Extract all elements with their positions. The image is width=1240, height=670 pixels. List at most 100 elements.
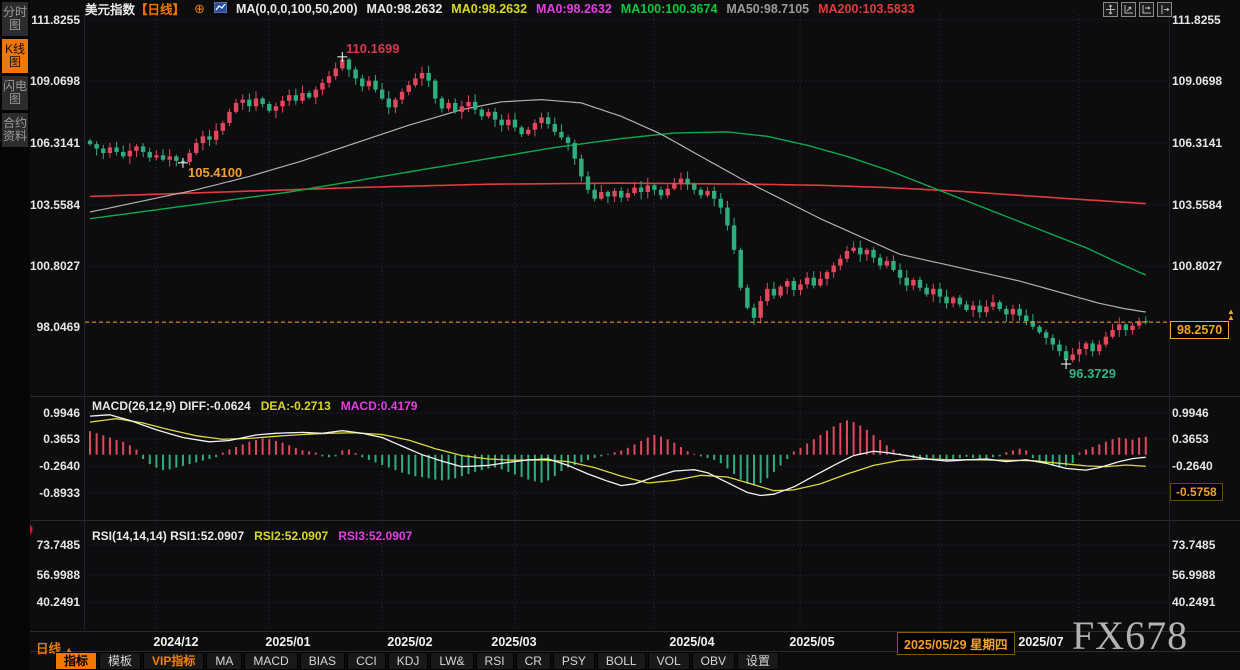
toolbar-item-vol[interactable]: VOL [648, 652, 690, 670]
candle-body [1097, 345, 1101, 352]
sidebar-tab-contract-info[interactable]: 合约资料 [2, 113, 28, 147]
toolbar-item-lw&[interactable]: LW& [430, 652, 473, 670]
candle-body [1084, 343, 1088, 349]
candle-body [1017, 309, 1021, 316]
rsi-axis-label: 40.2491 [1172, 595, 1215, 609]
candle-body [221, 123, 225, 131]
candle-body [898, 270, 902, 278]
candle-body [659, 190, 663, 196]
move-icon[interactable] [1103, 2, 1118, 17]
candle-body [646, 185, 650, 192]
candle-body [712, 191, 716, 199]
candle-body [380, 90, 384, 99]
shift-right-icon[interactable] [1157, 2, 1172, 17]
candle-body [333, 68, 337, 76]
last-price-box: 98.2570 [1170, 321, 1229, 339]
candle-body [765, 289, 769, 301]
candle-body [845, 251, 849, 259]
candle-body [699, 190, 703, 196]
candle-body [938, 289, 942, 297]
candle-body [287, 95, 291, 101]
candle-body [207, 136, 211, 139]
x-axis-date-label: 2024/12 [131, 635, 221, 649]
candle-body [227, 112, 231, 123]
toolbar-item-cci[interactable]: CCI [347, 652, 386, 670]
candle-body [499, 120, 503, 126]
candle-body [1037, 327, 1041, 333]
toolbar-item-obv[interactable]: OBV [692, 652, 735, 670]
ma200-value: MA200:103.5833 [818, 2, 915, 16]
candle-body [121, 152, 125, 156]
candle-body [128, 151, 132, 157]
candle-body [327, 76, 331, 83]
toolbar-item-指标[interactable]: 指标 [55, 652, 97, 670]
candle-body [347, 60, 351, 70]
chart-header: 美元指数【日线】 ⊕ MA(0,0,0,100,50,200) MA0:98.2… [85, 1, 915, 16]
toolbar-item-vip指标[interactable]: VIP指标 [143, 652, 204, 670]
candle-body [984, 307, 988, 313]
add-overlay-icon[interactable]: ⊕ [194, 1, 205, 17]
candle-body [201, 136, 205, 143]
sidebar-tab-flash[interactable]: 闪电图 [2, 76, 28, 110]
candle-body [267, 104, 271, 111]
candle-body [964, 304, 968, 310]
instrument-name: 美元指数 [85, 3, 135, 17]
toolbar-item-psy[interactable]: PSY [553, 652, 595, 670]
indicator-toolbar: 指标模板VIP指标MAMACDBIASCCIKDJLW&RSICRPSYBOLL… [55, 652, 779, 670]
candle-body [652, 185, 656, 189]
candle-body [978, 306, 982, 313]
rsi3-value: RSI3:52.0907 [338, 529, 412, 543]
toolbar-item-cr[interactable]: CR [516, 652, 551, 670]
candle-body [865, 250, 869, 254]
candle-body [433, 81, 437, 99]
candle-body [466, 102, 470, 106]
candle-body [825, 272, 829, 279]
candle-body [320, 83, 324, 90]
sidebar: 分时图 K线图 闪电图 合约资料 [0, 0, 30, 670]
candle-body [254, 98, 258, 106]
chart-tool-buttons [1103, 2, 1172, 17]
toolbar-item-macd[interactable]: MACD [244, 652, 297, 670]
candle-body [566, 137, 570, 143]
toolbar-item-设置[interactable]: 设置 [737, 652, 779, 670]
candle-body [420, 73, 424, 79]
ma0-value-1: MA0:98.2632 [367, 2, 443, 16]
toolbar-item-rsi[interactable]: RSI [476, 652, 514, 670]
toolbar-item-模板[interactable]: 模板 [99, 652, 141, 670]
toolbar-item-bias[interactable]: BIAS [300, 652, 345, 670]
candle-body [513, 120, 517, 128]
sidebar-tab-timeshare[interactable]: 分时图 [2, 2, 28, 36]
candle-body [473, 102, 477, 110]
candle-body [885, 261, 889, 265]
price-axis-label: 111.8255 [1172, 13, 1221, 27]
candle-body [174, 156, 178, 160]
candle-body [1124, 324, 1128, 330]
axis-zoom-icon[interactable] [1121, 2, 1136, 17]
sidebar-tab-kline[interactable]: K线图 [2, 39, 28, 73]
rsi-panel-header: RSI(14,14,14) RSI1:52.0907 RSI2:52.0907 … [92, 529, 412, 543]
candle-body [493, 112, 497, 120]
candle-body [905, 278, 909, 286]
candle-body [400, 92, 404, 100]
candle-body [958, 298, 962, 305]
candle-body [1110, 330, 1114, 337]
axis-pan-icon[interactable] [1139, 2, 1154, 17]
candle-body [260, 98, 264, 104]
chart-type-icon[interactable] [214, 2, 227, 16]
candle-body [274, 106, 278, 110]
candle-body [871, 250, 875, 258]
candle-body [599, 192, 603, 199]
candle-body [1024, 316, 1028, 322]
macd-panel-header: MACD(26,12,9) DIFF:-0.0624 DEA:-0.2713 M… [92, 399, 417, 413]
toolbar-item-kdj[interactable]: KDJ [388, 652, 429, 670]
rsi2-value: RSI2:52.0907 [254, 529, 328, 543]
rsi-axis-label: 56.9988 [1172, 568, 1215, 582]
candle-body [539, 117, 543, 123]
candle-body [367, 81, 371, 87]
toolbar-item-ma[interactable]: MA [206, 652, 242, 670]
x-axis-date-label: 2025/01 [243, 635, 333, 649]
price-axis-label: 106.3141 [1172, 136, 1222, 150]
x-axis-date-label: 2025/02 [365, 635, 455, 649]
candle-body [187, 153, 191, 162]
toolbar-item-boll[interactable]: BOLL [597, 652, 646, 670]
